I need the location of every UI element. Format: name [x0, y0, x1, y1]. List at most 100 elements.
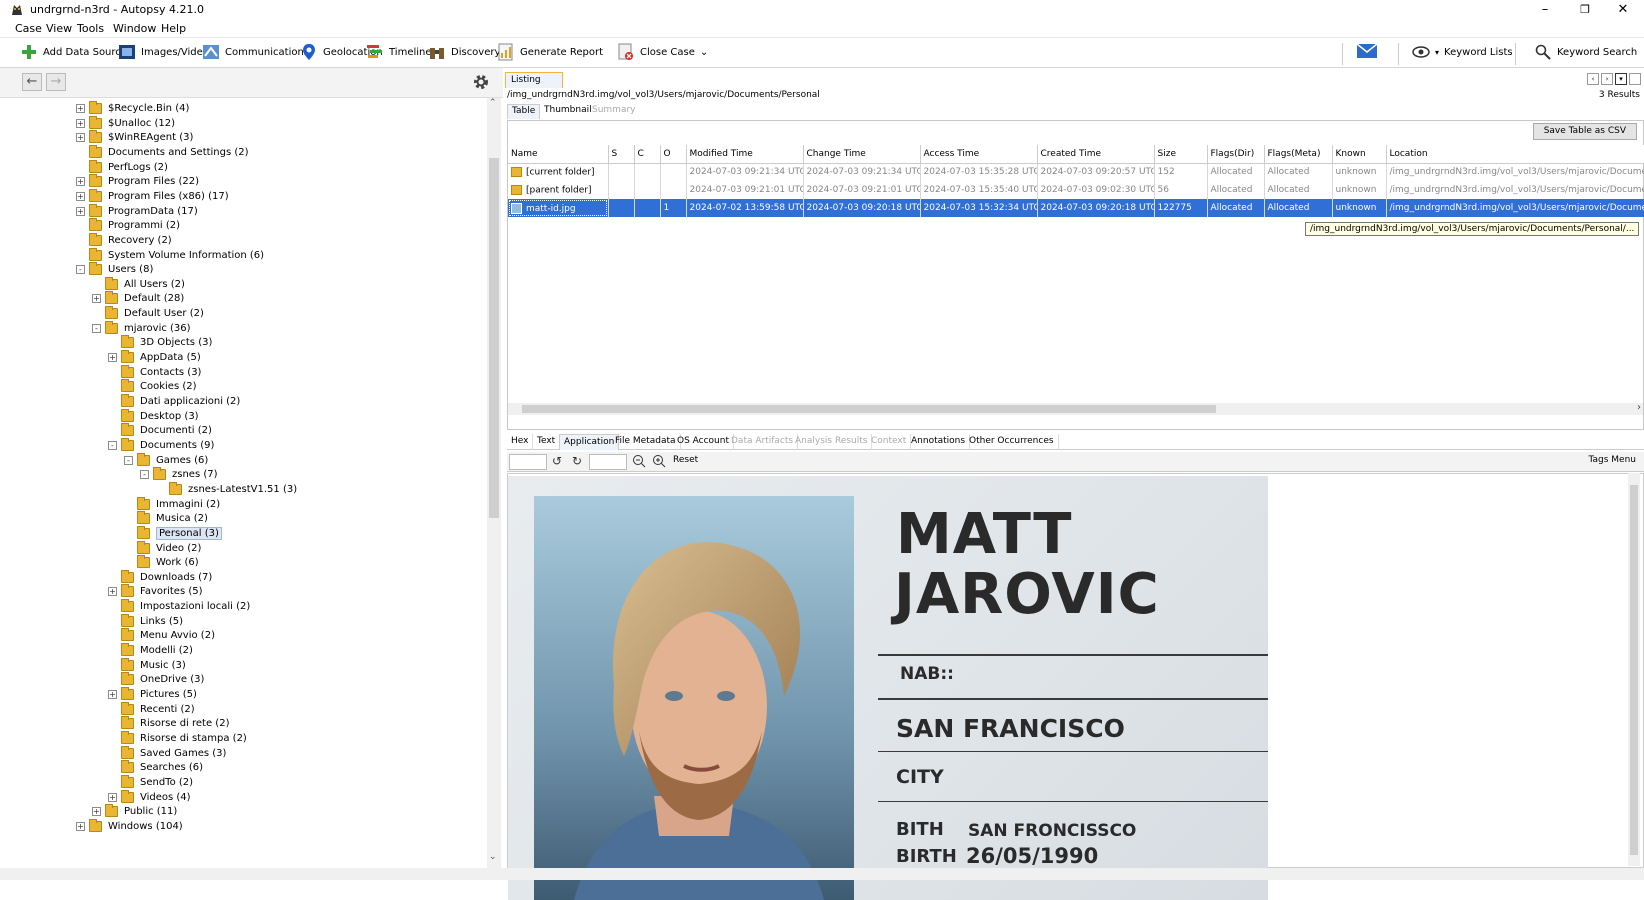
rotate-right-icon[interactable]: ↻ [569, 454, 585, 470]
tree-node[interactable]: Work (6) [124, 555, 199, 570]
tree-node[interactable]: SendTo (2) [108, 774, 193, 790]
tree-node[interactable]: System Volume Information (6) [76, 247, 264, 263]
timeline-button[interactable]: Timeline [366, 38, 432, 66]
tree-node[interactable]: - Games (6) [124, 452, 208, 468]
column-header[interactable]: Known [1332, 145, 1387, 164]
image-scrollbar-thumb[interactable] [1630, 485, 1638, 855]
image-vertical-scrollbar[interactable] [1628, 473, 1640, 866]
tree-node[interactable]: + Program Files (x86) (17) [76, 188, 229, 204]
save-table-csv-button[interactable]: Save Table as CSV [1532, 123, 1637, 140]
expand-icon[interactable]: + [76, 104, 85, 113]
table-row[interactable]: [parent folder] 2024-07-03 09:21:01 UTC 20… [508, 181, 1644, 199]
collapse-icon[interactable]: - [76, 265, 85, 275]
tree-node[interactable]: + AppData (5) [108, 350, 201, 365]
forward-arrow-icon[interactable]: → [46, 73, 66, 91]
tree-node[interactable]: + Windows (104) [76, 818, 183, 834]
collapse-icon[interactable]: - [108, 440, 117, 450]
tree-node[interactable]: Menu Avvio (2) [108, 628, 215, 643]
viewer-tab[interactable]: Text [533, 434, 561, 450]
tree-node[interactable]: Modelli (2) [108, 643, 193, 658]
tree-node[interactable]: + $Unalloc (12) [76, 115, 175, 131]
tree-node[interactable]: Contacts (3) [108, 364, 201, 380]
column-header[interactable]: C [634, 145, 661, 164]
scroll-up-icon[interactable]: ⌃ [489, 98, 497, 108]
tree-node[interactable]: - zsnes (7) [140, 467, 218, 482]
close-window-button[interactable]: ✕ [1600, 0, 1644, 20]
tree-node[interactable]: Music (3) [108, 657, 186, 673]
viewer-tab[interactable]: OS Account [673, 434, 734, 450]
column-header[interactable]: Created Time [1037, 145, 1155, 164]
tree-node[interactable]: Desktop (3) [108, 408, 199, 424]
tree-node[interactable]: Programmi (2) [76, 218, 180, 233]
tree-node[interactable]: + Public (11) [92, 804, 177, 819]
expand-icon[interactable]: + [76, 118, 85, 128]
expand-icon[interactable]: + [76, 821, 85, 831]
expand-icon[interactable]: + [108, 792, 117, 802]
tree-node[interactable]: Recovery (2) [76, 232, 172, 248]
reset-button[interactable]: Reset [673, 455, 698, 465]
tags-menu-button[interactable]: Tags Menu [1589, 455, 1637, 465]
tree-scrollbar-thumb[interactable] [489, 158, 499, 518]
column-header[interactable]: Flags(Dir) [1207, 145, 1265, 164]
images-videos-button[interactable]: Images/Videos [118, 38, 214, 66]
tree-node[interactable]: Risorse di rete (2) [108, 716, 229, 731]
viewer-tab[interactable]: Other Occurrences [965, 434, 1059, 450]
tree-node[interactable]: Impostazioni locali (2) [108, 599, 250, 614]
dropdown-icon[interactable]: ▾ [1615, 73, 1627, 85]
column-header[interactable]: Access Time [920, 145, 1038, 164]
tree-scrollbar[interactable]: ⌃ ⌄ [487, 98, 501, 868]
tree-node[interactable]: Documenti (2) [108, 423, 212, 438]
discovery-button[interactable]: Discovery [428, 38, 500, 66]
viewer-tab[interactable]: Data Artifacts [727, 434, 799, 450]
table-scrollbar-thumb[interactable] [522, 405, 1216, 413]
column-header[interactable]: Flags(Meta) [1264, 145, 1333, 164]
tree-node[interactable]: Immagini (2) [124, 496, 220, 512]
tree-node[interactable]: Personal (3) [124, 525, 222, 541]
tree-node[interactable]: Downloads (7) [108, 569, 212, 585]
scroll-down-icon[interactable]: ⌄ [489, 852, 497, 862]
collapse-icon[interactable]: - [124, 455, 133, 465]
menu-window[interactable]: Window [113, 22, 156, 35]
tree-node[interactable]: + Favorites (5) [108, 584, 203, 599]
tab-listing[interactable]: Listing [505, 72, 563, 88]
menu-tools[interactable]: Tools [77, 22, 104, 35]
expand-icon[interactable]: + [76, 133, 85, 143]
tree-node[interactable]: Cookies (2) [108, 379, 197, 394]
expand-icon[interactable]: + [76, 177, 85, 187]
tab-table[interactable]: Table [507, 104, 541, 119]
email-button[interactable] [1356, 38, 1378, 66]
tree-node[interactable]: Musica (2) [124, 511, 208, 526]
viewer-tab[interactable]: Hex [507, 434, 534, 450]
tree-node[interactable]: - Documents (9) [108, 437, 214, 453]
tab-summary[interactable]: Summary [588, 104, 640, 119]
tree-node[interactable]: + Videos (4) [108, 789, 191, 805]
column-header[interactable]: O [660, 145, 687, 164]
tree-node[interactable]: zsnes-LatestV1.51 (3) [156, 481, 297, 497]
scroll-right-icon[interactable]: › [1637, 402, 1641, 413]
viewer-tab[interactable]: File Metadata [611, 434, 681, 450]
table-row[interactable]: matt-id.jpg 1 2024-07-02 13:59:58 UTC 2024-… [508, 199, 1644, 217]
table-row[interactable]: [current folder] 2024-07-03 09:21:34 UTC 2… [508, 163, 1644, 181]
tree-node[interactable]: + Pictures (5) [108, 687, 197, 702]
tree-node[interactable]: - mjarovic (36) [92, 320, 191, 336]
column-header[interactable]: Modified Time [686, 145, 804, 164]
keyword-search-button[interactable]: Keyword Search [1534, 38, 1637, 66]
viewer-tab[interactable]: Annotations [907, 434, 971, 450]
tree-node[interactable]: OneDrive (3) [108, 672, 204, 687]
tree-node[interactable]: Searches (6) [108, 760, 203, 775]
zoom-value-field[interactable] [589, 454, 627, 470]
expand-icon[interactable]: + [108, 353, 117, 363]
scroll-left-tab-icon[interactable]: ‹ [1587, 73, 1599, 85]
menu-view[interactable]: View [46, 22, 72, 35]
back-arrow-icon[interactable]: ← [22, 73, 42, 91]
expand-icon[interactable]: + [76, 191, 85, 201]
tree-node[interactable]: + $Recycle.Bin (4) [76, 101, 189, 116]
tree-node[interactable]: Saved Games (3) [108, 745, 226, 761]
tree-node[interactable]: + Default (28) [92, 291, 184, 306]
scroll-right-tab-icon[interactable]: › [1601, 73, 1613, 85]
collapse-icon[interactable]: - [140, 470, 149, 480]
tree-node[interactable]: Recenti (2) [108, 701, 195, 717]
communications-button[interactable]: Communications [202, 38, 309, 66]
tree-node[interactable]: Risorse di stampa (2) [108, 730, 247, 746]
column-header[interactable]: Name [508, 145, 609, 164]
